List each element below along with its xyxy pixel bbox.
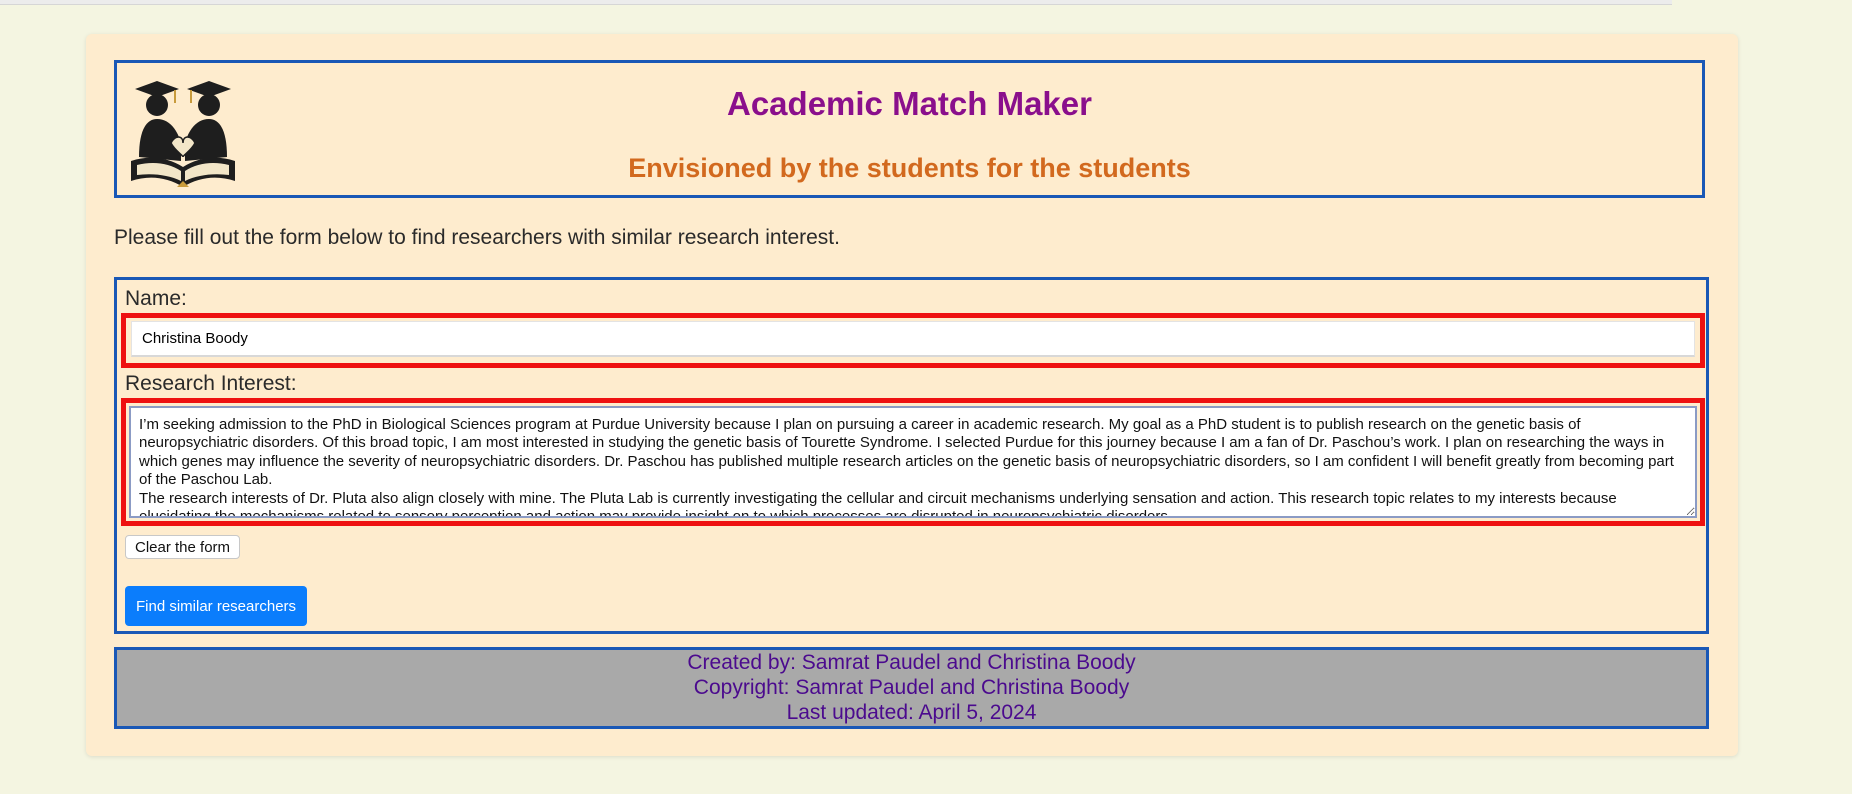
research-interest-highlight: I’m seeking admission to the PhD in Biol… xyxy=(121,398,1705,526)
app-title: Academic Match Maker xyxy=(727,85,1092,122)
researcher-form: Name: Research Interest: I’m seeking adm… xyxy=(114,277,1709,634)
app-subtitle: Envisioned by the students for the stude… xyxy=(628,153,1191,183)
header-banner: Academic Match Maker Envisioned by the s… xyxy=(114,60,1705,198)
name-input[interactable] xyxy=(131,321,1695,357)
clear-form-button[interactable]: Clear the form xyxy=(125,535,241,559)
name-field-highlight xyxy=(121,313,1705,368)
research-interest-label: Research Interest: xyxy=(125,372,297,395)
research-interest-textarea[interactable]: I’m seeking admission to the PhD in Biol… xyxy=(129,406,1697,518)
find-similar-researchers-button[interactable]: Find similar researchers xyxy=(125,586,308,626)
footer-copyright: Copyright: Samrat Paudel and Christina B… xyxy=(693,676,1130,699)
footer-last-updated: Last updated: April 5, 2024 xyxy=(786,701,1037,724)
browser-top-strip xyxy=(0,0,1672,5)
footer: Created by: Samrat Paudel and Christina … xyxy=(114,647,1709,729)
footer-created-by: Created by: Samrat Paudel and Christina … xyxy=(687,651,1136,674)
intro-text: Please fill out the form below to find r… xyxy=(114,226,840,249)
name-label: Name: xyxy=(125,287,187,310)
